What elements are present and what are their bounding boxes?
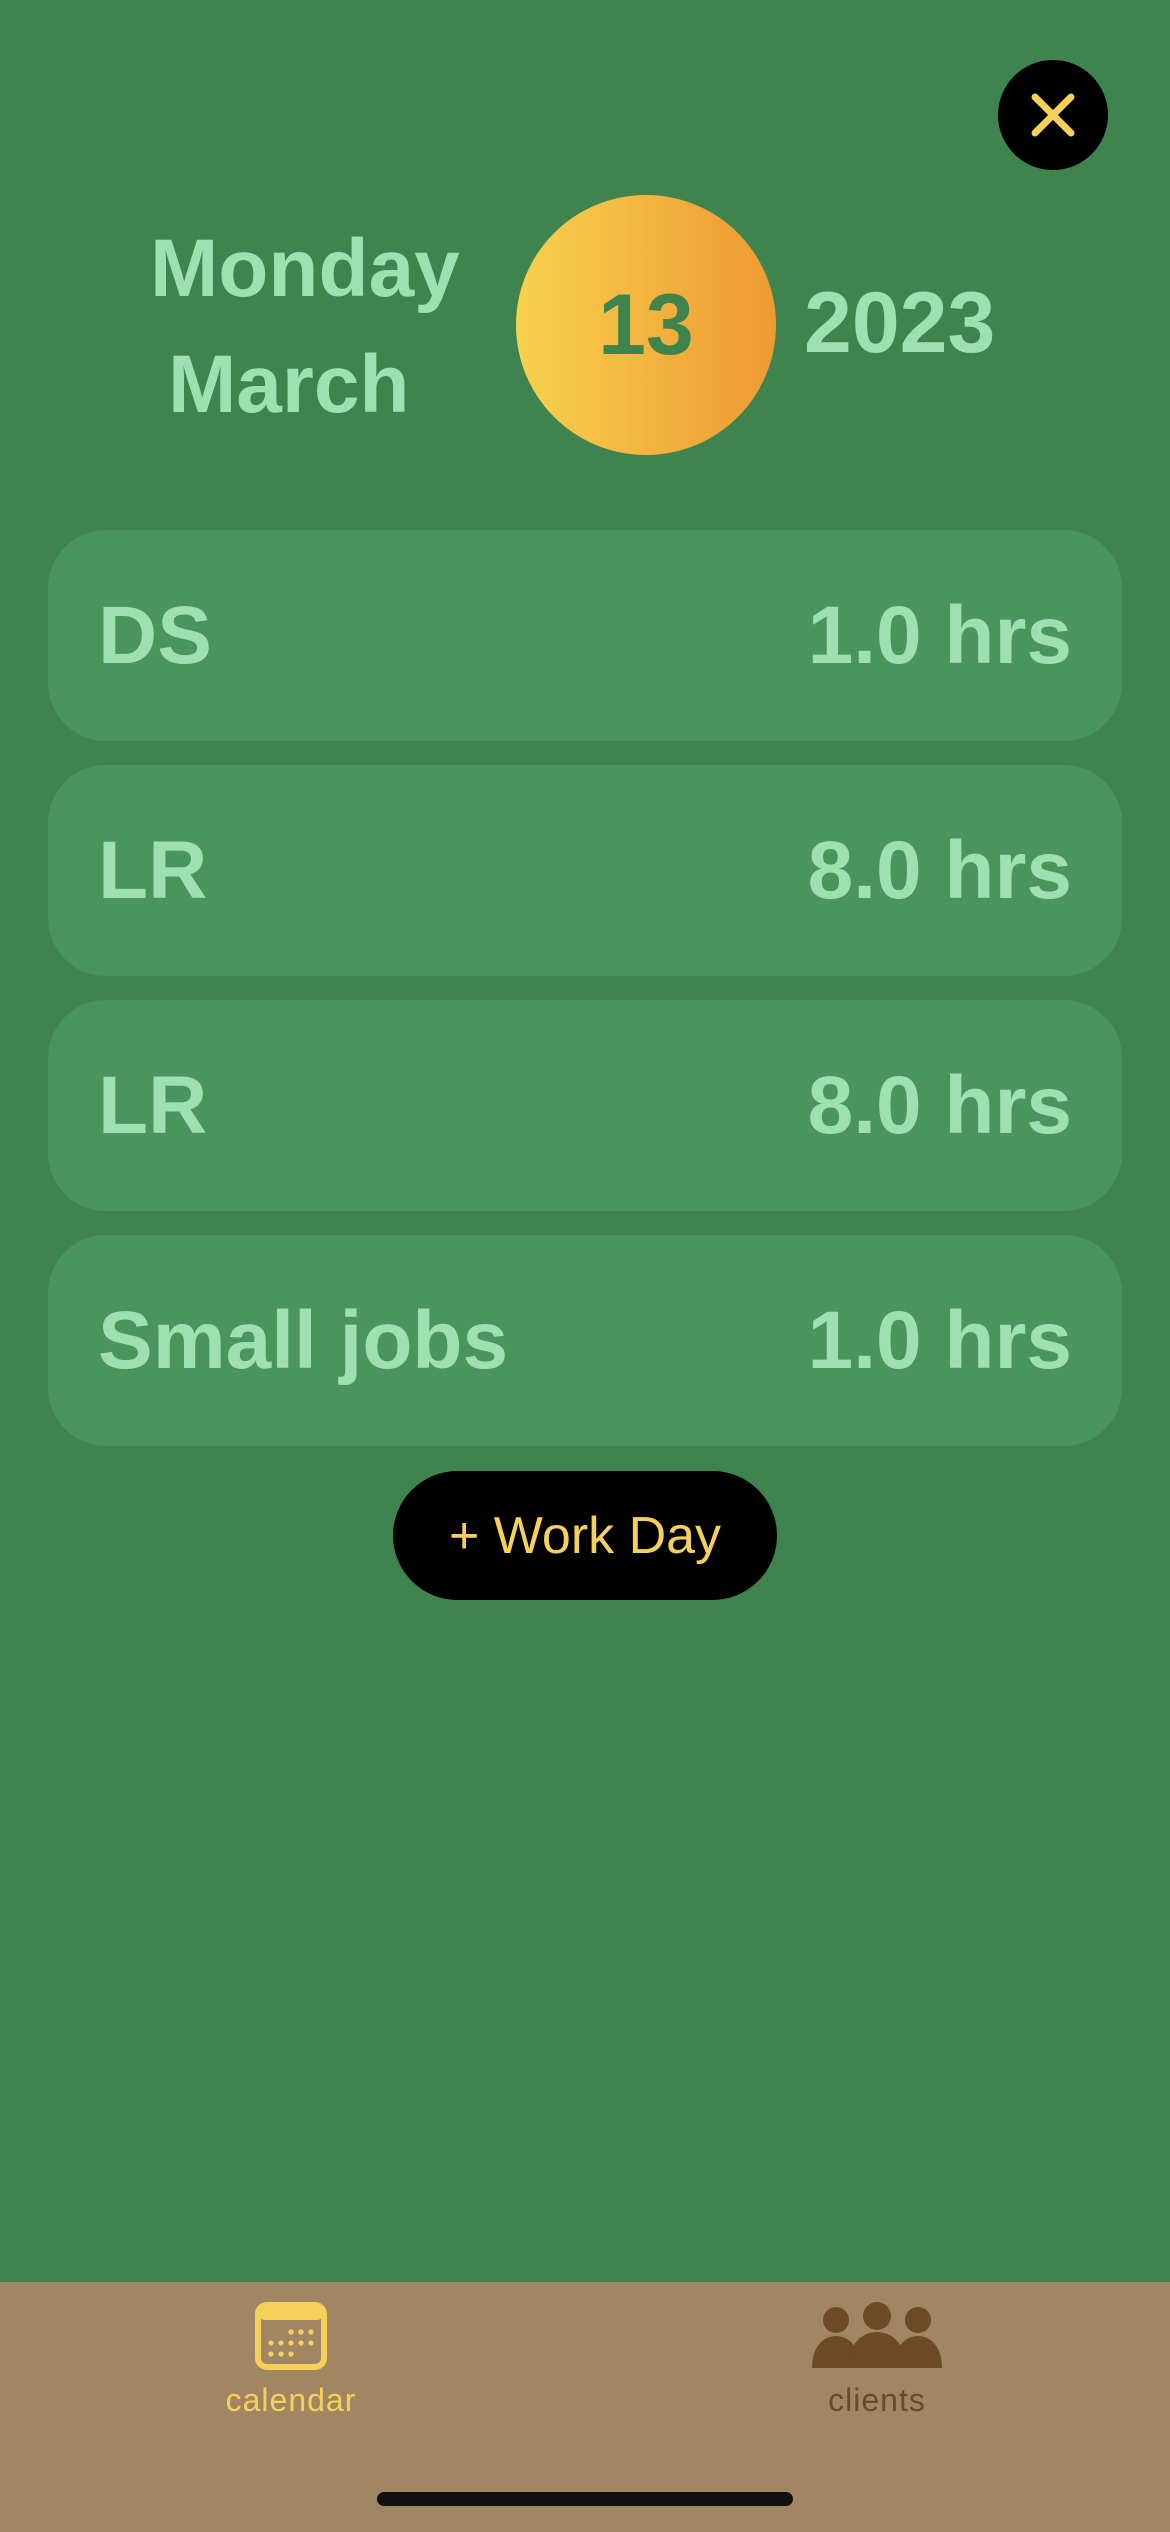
entry-name: DS: [98, 589, 212, 681]
home-indicator: [377, 2492, 793, 2506]
entry-hours: 8.0 hrs: [807, 824, 1072, 916]
close-button[interactable]: [998, 60, 1108, 170]
year-label: 2023: [804, 275, 996, 371]
entry-name: LR: [98, 1059, 208, 1151]
list-item[interactable]: LR 8.0 hrs: [48, 765, 1122, 976]
close-icon: [1031, 93, 1075, 137]
work-entries-list: DS 1.0 hrs LR 8.0 hrs LR 8.0 hrs Small j…: [48, 530, 1122, 1470]
date-header: Monday March 13 2023: [0, 190, 1170, 470]
month-label: March: [168, 339, 410, 430]
tab-clients-label: clients: [828, 2382, 926, 2418]
calendar-icon: [255, 2302, 327, 2370]
add-work-day-button[interactable]: + Work Day: [393, 1471, 777, 1600]
day-number: 13: [598, 276, 694, 373]
tab-clients[interactable]: clients: [757, 2302, 997, 2452]
entry-hours: 8.0 hrs: [807, 1059, 1072, 1151]
list-item[interactable]: Small jobs 1.0 hrs: [48, 1235, 1122, 1446]
entry-hours: 1.0 hrs: [807, 589, 1072, 681]
tab-calendar-label: calendar: [225, 2382, 357, 2418]
day-badge: 13: [516, 195, 776, 455]
entry-hours: 1.0 hrs: [807, 1294, 1072, 1386]
people-icon: [812, 2302, 942, 2368]
list-item[interactable]: DS 1.0 hrs: [48, 530, 1122, 741]
entry-name: Small jobs: [98, 1294, 509, 1386]
entry-name: LR: [98, 824, 208, 916]
tab-calendar[interactable]: calendar: [171, 2302, 411, 2452]
weekday-label: Monday: [150, 223, 460, 314]
list-item[interactable]: LR 8.0 hrs: [48, 1000, 1122, 1211]
